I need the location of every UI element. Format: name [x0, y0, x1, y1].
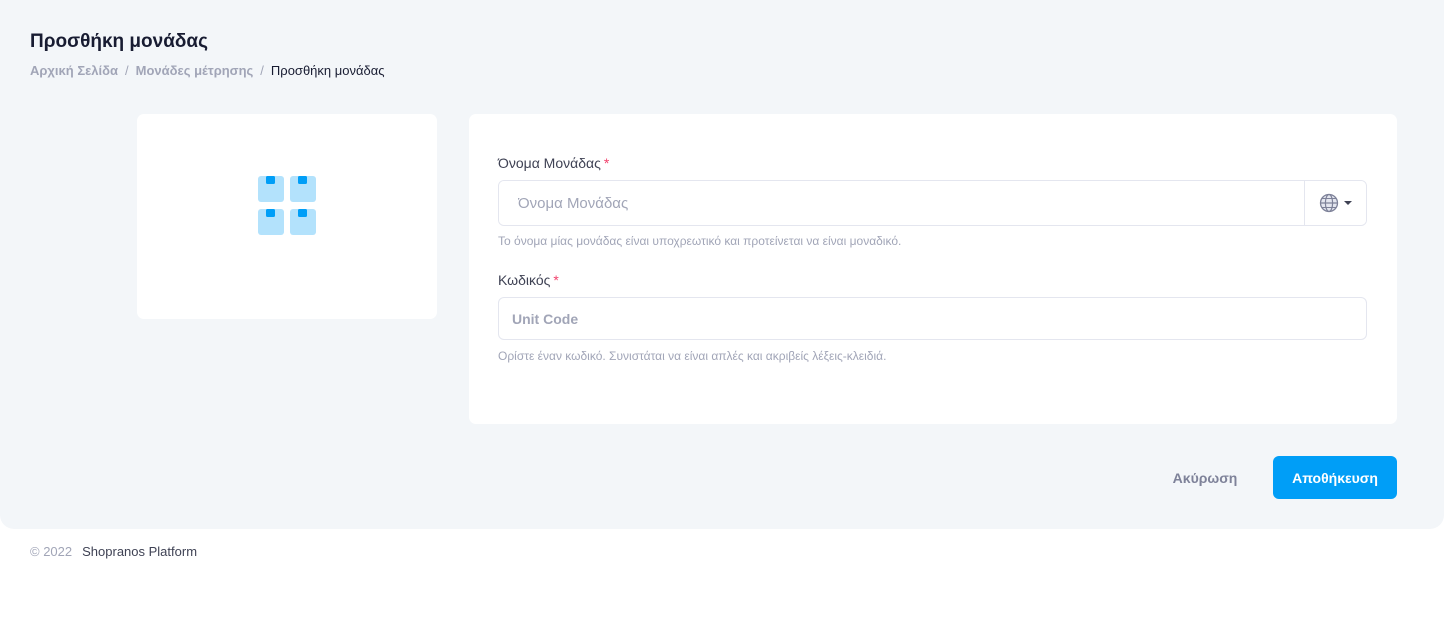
- cancel-button[interactable]: Ακύρωση: [1159, 456, 1251, 499]
- breadcrumb-separator: /: [125, 63, 129, 78]
- footer: © 2022 Shopranos Platform: [30, 544, 197, 559]
- units-grid-icon: [258, 176, 316, 235]
- breadcrumb-separator: /: [260, 63, 264, 78]
- unit-code-input[interactable]: [498, 297, 1367, 340]
- breadcrumb: Αρχική Σελίδα / Μονάδες μέτρησης / Προσθ…: [30, 63, 385, 78]
- footer-platform-link[interactable]: Shopranos Platform: [82, 544, 197, 559]
- content-area: Προσθήκη μονάδας Αρχική Σελίδα / Μονάδες…: [0, 0, 1444, 529]
- unit-form-card: Όνομα Μονάδας* Το όνομα μίας μονάδας είν…: [469, 114, 1397, 424]
- unit-name-label: Όνομα Μονάδας *: [498, 155, 609, 171]
- save-button[interactable]: Αποθήκευση: [1273, 456, 1397, 499]
- language-selector-button[interactable]: [1304, 181, 1366, 225]
- unit-name-input-group: [498, 180, 1367, 226]
- footer-copyright: © 2022: [30, 544, 73, 559]
- unit-code-label: Κωδικός *: [498, 272, 559, 288]
- unit-image-card: [137, 114, 437, 319]
- unit-name-help: Το όνομα μίας μονάδας είναι υποχρεωτικό …: [498, 234, 902, 248]
- page-title: Προσθήκη μονάδας: [30, 31, 208, 52]
- unit-name-input[interactable]: [499, 181, 1304, 225]
- unit-name-label-text: Όνομα Μονάδας: [498, 155, 601, 171]
- breadcrumb-current: Προσθήκη μονάδας: [270, 63, 385, 78]
- globe-icon: [1319, 193, 1339, 213]
- unit-code-label-text: Κωδικός: [498, 272, 551, 288]
- breadcrumb-units-link[interactable]: Μονάδες μέτρησης: [136, 63, 254, 78]
- unit-code-help: Ορίστε έναν κωδικό. Συνιστάται να είναι …: [498, 349, 887, 363]
- required-mark: *: [553, 272, 559, 288]
- breadcrumb-home-link[interactable]: Αρχική Σελίδα: [30, 63, 118, 78]
- required-mark: *: [603, 155, 610, 171]
- chevron-down-icon: [1344, 201, 1352, 205]
